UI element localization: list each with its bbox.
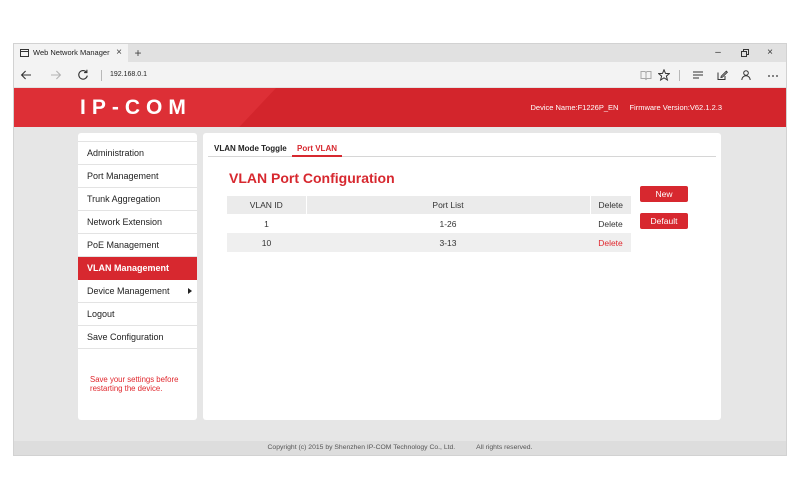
sidebar-item-trunk-aggregation[interactable]: Trunk Aggregation [78, 188, 197, 211]
share-icon[interactable] [740, 69, 752, 81]
delete-link: Delete [598, 218, 623, 229]
port-list-cell: 3-13 [306, 233, 590, 252]
more-icon[interactable] [767, 69, 779, 81]
favorite-star-icon[interactable] [658, 69, 670, 81]
browser-tab-bar: Web Network Manager × + – × [14, 44, 786, 62]
sidebar-menu: Administration Port Management Trunk Agg… [78, 141, 197, 349]
restore-button[interactable] [738, 44, 752, 62]
delete-cell: Delete [590, 214, 631, 233]
page-title: VLAN Port Configuration [229, 170, 395, 186]
device-name: Device Name:F1226P_EN [530, 103, 619, 112]
column-header-vlan-id: VLAN ID [227, 196, 306, 214]
table-header-row: VLAN ID Port List Delete [227, 196, 631, 214]
sidebar: Administration Port Management Trunk Agg… [78, 133, 197, 420]
sidebar-item-save-configuration[interactable]: Save Configuration [78, 326, 197, 349]
sidebar-item-network-extension[interactable]: Network Extension [78, 211, 197, 234]
browser-tab[interactable]: Web Network Manager × [14, 44, 128, 62]
toolbar-separator [101, 70, 102, 81]
device-info: Device Name:F1226P_EN Firmware Version:V6… [530, 88, 722, 127]
brand-logo: IP-COM [80, 96, 192, 119]
new-vlan-button[interactable]: New [640, 186, 688, 202]
table-row: 10 3-13 Delete [227, 233, 631, 252]
sidebar-item-poe-management[interactable]: PoE Management [78, 234, 197, 257]
vlan-id-cell: 1 [264, 218, 269, 229]
minimize-button[interactable]: – [711, 44, 725, 62]
delete-cell: Delete [590, 233, 631, 252]
tab-close-icon[interactable]: × [114, 44, 124, 62]
hub-icon[interactable] [692, 69, 704, 81]
submenu-arrow-icon [188, 288, 192, 294]
tab-vlan-mode-toggle[interactable]: VLAN Mode Toggle [214, 141, 287, 157]
content-area: Administration Port Management Trunk Agg… [14, 127, 786, 441]
restore-icon [741, 49, 749, 57]
web-note-icon[interactable] [716, 69, 728, 81]
back-icon[interactable] [20, 69, 32, 81]
vlan-table: VLAN ID Port List Delete 1 1-26 Delete 1… [227, 196, 631, 252]
sidebar-item-port-management[interactable]: Port Management [78, 165, 197, 188]
forward-icon[interactable] [50, 69, 62, 81]
page-footer: Copyright (c) 2015 by Shenzhen IP-COM Te… [14, 441, 786, 455]
sidebar-item-device-management[interactable]: Device Management [78, 280, 197, 303]
browser-window: Web Network Manager × + – × 192.168.0.1 [14, 44, 786, 455]
reading-view-icon[interactable] [640, 69, 652, 81]
table-row: 1 1-26 Delete [227, 214, 631, 233]
rights-text: All rights reserved. [476, 444, 533, 451]
new-tab-button[interactable]: + [132, 44, 144, 62]
refresh-icon[interactable] [77, 69, 89, 81]
toolbar-separator [679, 70, 680, 81]
page-tabs: VLAN Mode Toggle Port VLAN [208, 141, 716, 157]
browser-toolbar: 192.168.0.1 [14, 62, 786, 88]
column-header-port-list: Port List [305, 196, 590, 214]
tab-port-vlan[interactable]: Port VLAN [292, 141, 342, 157]
app-header: IP-COM Device Name:F1226P_EN Firmware Ver… [14, 88, 786, 127]
main-panel: VLAN Mode Toggle Port VLAN VLAN Port Con… [203, 133, 721, 420]
port-list-cell: 1-26 [439, 218, 457, 229]
close-window-button[interactable]: × [763, 44, 777, 62]
copyright-text: Copyright (c) 2015 by Shenzhen IP-COM Te… [267, 444, 456, 451]
column-header-delete: Delete [589, 196, 631, 214]
address-bar[interactable]: 192.168.0.1 [110, 62, 147, 87]
default-button[interactable]: Default [640, 213, 688, 229]
sidebar-item-label: Device Management [87, 286, 170, 296]
tab-title: Web Network Manager [33, 48, 110, 57]
vlan-id-cell: 10 [227, 233, 306, 252]
page-icon [20, 49, 29, 57]
sidebar-item-vlan-management[interactable]: VLAN Management [78, 257, 197, 280]
firmware-version: Firmware Version:V62.1.2.3 [629, 103, 722, 112]
sidebar-item-administration[interactable]: Administration [78, 142, 197, 165]
sidebar-item-logout[interactable]: Logout [78, 303, 197, 326]
delete-link[interactable]: Delete [598, 238, 623, 248]
save-settings-note: Save your settings before restarting the… [90, 375, 179, 393]
